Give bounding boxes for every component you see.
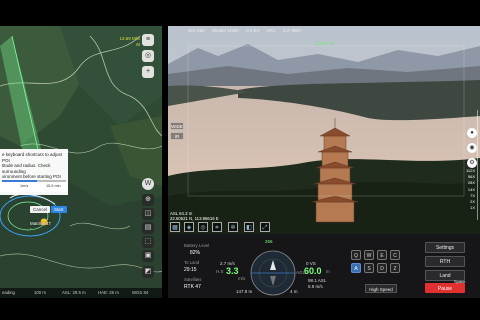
altitude-value: 60.0: [304, 266, 322, 276]
rth-button[interactable]: RTH: [425, 256, 465, 267]
map-tool-1[interactable]: ⊕: [142, 194, 154, 206]
battery-label: Battery Level: [184, 243, 210, 248]
key-e[interactable]: E: [377, 250, 387, 260]
wide-lens-button[interactable]: WIDE: [170, 122, 184, 130]
aircraft-coordinates: ASL 64.3 m 22.60521 N, 113.96616 E: [170, 211, 219, 221]
locate-icon[interactable]: ◎: [142, 50, 154, 62]
zoom-label: Zoom 4x: [315, 41, 335, 47]
grid-icon[interactable]: ▦: [170, 222, 180, 232]
to-land-label: To Land: [184, 260, 200, 265]
space-key-hint: Space: [454, 279, 466, 284]
map-tool-4[interactable]: ⬚: [142, 236, 154, 248]
pause-button[interactable]: Pause: [425, 283, 465, 293]
cancel-button[interactable]: Cancel: [30, 206, 51, 213]
map-status-bar: eading 100 m ASL: 29.5 m HAE: 26 m WGS 8…: [0, 288, 162, 298]
aircraft-label: Matrice 4T -: [30, 221, 52, 231]
agl-label: AGL: [296, 270, 306, 275]
key-c[interactable]: C: [390, 250, 400, 260]
map-tool-3[interactable]: ▤: [142, 222, 154, 234]
horizontal-speed: 3.3: [226, 266, 239, 276]
home-distance: 147.8 m: [236, 289, 253, 294]
key-q[interactable]: Q: [351, 250, 361, 260]
key-s[interactable]: S: [364, 263, 374, 273]
key-a[interactable]: A: [351, 263, 361, 273]
mic-icon[interactable]: ●: [467, 128, 477, 138]
satellites-value: RTK 47: [184, 284, 201, 290]
altitude-unit: m: [326, 269, 330, 274]
poi-actions: Cancel Start: [30, 198, 67, 216]
flight-telemetry-panel: Battery Level 82% To Land 29:15 Satellit…: [168, 234, 480, 298]
poi-stats: 1m/s 15.5 min: [0, 182, 68, 192]
map-tool-6[interactable]: ◩: [142, 266, 154, 278]
satellites-label: Satellites: [184, 277, 202, 282]
start-button[interactable]: Start: [51, 206, 67, 213]
flight-readout: 13.69 M/S M: [119, 36, 140, 47]
key-z[interactable]: Z: [390, 263, 400, 273]
map-tool-2[interactable]: ◫: [142, 208, 154, 220]
home-altitude: 4 m: [290, 289, 298, 294]
key-w[interactable]: W: [364, 250, 374, 260]
expand-icon[interactable]: ⤢: [260, 222, 270, 232]
layers-icon[interactable]: ◧: [244, 222, 254, 232]
key-d[interactable]: D: [377, 263, 387, 273]
record-icon[interactable]: ◉: [467, 143, 477, 153]
zoom-scale: 112X 56X 28X 14X 7X 2X 1X: [466, 168, 476, 211]
camera-icon[interactable]: ◈: [184, 222, 194, 232]
crop-icon[interactable]: ⌗: [212, 222, 222, 232]
compass-icon[interactable]: W: [142, 178, 154, 190]
ir-lens-button[interactable]: IR: [170, 132, 184, 140]
gear-icon[interactable]: ⚙: [467, 158, 477, 168]
camera-feed[interactable]: [168, 26, 480, 234]
speed-unit: m/s: [238, 276, 246, 281]
settings-icon[interactable]: ✲: [228, 222, 238, 232]
camera-status-bar: ISO 250 Shutter 1/200 0.0 EV AFC CVI 988…: [188, 28, 302, 33]
map-tool-5[interactable]: ▣: [142, 250, 154, 262]
heading-value: 266: [265, 239, 273, 244]
layers-icon[interactable]: ≡: [142, 34, 154, 46]
to-land-value: 29:15: [184, 267, 197, 273]
hs-label: H.S: [216, 269, 224, 274]
camera-scene: [168, 26, 480, 234]
plus-icon[interactable]: +: [142, 66, 154, 78]
settings-button[interactable]: Settings: [425, 242, 465, 253]
asl-readout-2: 5.9 m/s: [308, 284, 323, 289]
asl-readout-1: 98.1 ASL: [308, 278, 327, 283]
target-icon[interactable]: ◎: [198, 222, 208, 232]
battery-value: 82%: [190, 250, 201, 256]
speed-mode-button[interactable]: High Speed: [365, 284, 397, 293]
map-panel[interactable]: 13.69 M/S M ≡ ◎ + e keyboard shortcuts t…: [0, 26, 162, 298]
